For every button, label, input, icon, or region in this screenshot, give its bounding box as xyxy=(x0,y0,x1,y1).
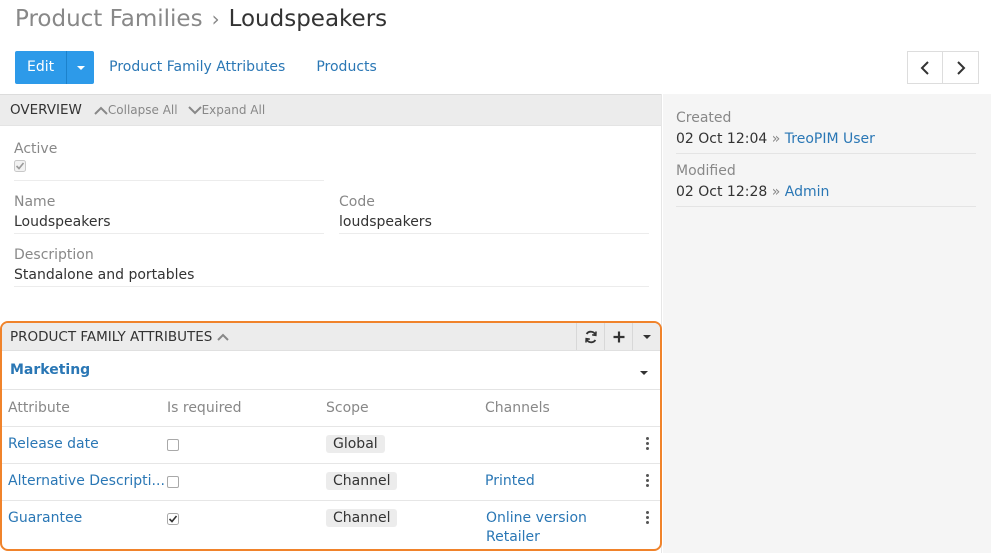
products-link[interactable]: Products xyxy=(316,51,376,84)
description-value: Standalone and portables xyxy=(14,267,195,283)
created-user-link[interactable]: TreoPIM User xyxy=(785,131,875,147)
collapse-panel-icon[interactable] xyxy=(217,333,230,341)
overview-panel-header: OVERVIEW Collapse All Expand All xyxy=(0,94,661,126)
name-label: Name xyxy=(14,194,56,210)
expand-all-label: Expand All xyxy=(201,103,266,117)
breadcrumb-separator: › xyxy=(211,7,220,31)
attribute-link[interactable]: Alternative Descripti... xyxy=(8,473,165,489)
pfa-tools xyxy=(576,323,660,350)
created-label: Created xyxy=(676,110,732,126)
table-row: Guarantee Channel Online version Retaile… xyxy=(2,501,660,549)
is-required-checkbox xyxy=(167,476,179,488)
attribute-link[interactable]: Release date xyxy=(8,436,99,452)
code-value: loudspeakers xyxy=(339,214,432,230)
channel-link[interactable]: Printed xyxy=(485,473,535,489)
channel-link[interactable]: Retailer xyxy=(486,529,540,545)
is-required-checkbox xyxy=(167,439,179,451)
chevron-right-icon xyxy=(956,60,965,75)
expand-all-button[interactable]: Expand All xyxy=(187,103,266,117)
refresh-icon xyxy=(584,330,597,343)
add-attribute-button[interactable] xyxy=(604,323,632,350)
active-label: Active xyxy=(14,141,58,157)
group-dropdown-icon[interactable] xyxy=(640,371,648,375)
code-label: Code xyxy=(339,194,375,210)
description-label: Description xyxy=(14,247,94,263)
collapse-all-button[interactable]: Collapse All xyxy=(94,103,178,117)
side-panel: Created 02 Oct 12:04 » TreoPIM User Modi… xyxy=(663,94,991,553)
refresh-button[interactable] xyxy=(576,323,604,350)
page-title: Loudspeakers xyxy=(228,6,388,32)
pfa-title: PRODUCT FAMILY ATTRIBUTES xyxy=(10,328,213,345)
caret-down-icon xyxy=(642,334,651,339)
edit-button[interactable]: Edit xyxy=(15,51,67,84)
attribute-group-name[interactable]: Marketing xyxy=(10,362,90,378)
previous-record-button[interactable] xyxy=(907,51,943,84)
created-date: 02 Oct 12:04 xyxy=(676,131,768,147)
attribute-group-row: Marketing xyxy=(2,351,660,390)
created-arrow: » xyxy=(771,131,781,147)
caret-down-icon xyxy=(76,65,85,70)
scope-badge: Channel xyxy=(326,472,398,490)
modified-date: 02 Oct 12:28 xyxy=(676,184,768,200)
overview-title: OVERVIEW xyxy=(10,102,82,118)
scope-badge: Channel xyxy=(326,509,398,527)
modified-value: 02 Oct 12:28 » Admin xyxy=(676,184,829,200)
plus-icon xyxy=(613,331,624,342)
modified-arrow: » xyxy=(771,184,781,200)
table-header: Attribute Is required Scope Channels xyxy=(2,390,660,427)
column-scope: Scope xyxy=(326,400,369,416)
row-actions-icon[interactable] xyxy=(646,474,650,489)
is-required-checkbox xyxy=(167,513,179,525)
row-actions-icon[interactable] xyxy=(646,511,650,526)
chevron-up-icon xyxy=(94,106,108,115)
pfa-panel-header: PRODUCT FAMILY ATTRIBUTES xyxy=(2,323,660,351)
chevron-down-icon xyxy=(187,105,202,114)
column-attribute: Attribute xyxy=(8,400,70,416)
toolbar: Edit Product Family Attributes Products xyxy=(15,51,377,84)
active-checkbox xyxy=(14,160,26,172)
scope-badge: Global xyxy=(326,435,385,453)
name-field: Name Loudspeakers xyxy=(14,194,111,230)
chevron-left-icon xyxy=(920,60,929,75)
product-family-attributes-panel: PRODUCT FAMILY ATTRIBUTES Marketing Attr… xyxy=(0,321,662,551)
breadcrumb: Product Families › Loudspeakers xyxy=(15,6,387,32)
product-family-attributes-link[interactable]: Product Family Attributes xyxy=(109,51,285,84)
record-navigation xyxy=(907,51,979,84)
attribute-link[interactable]: Guarantee xyxy=(8,510,82,526)
pfa-actions-dropdown[interactable] xyxy=(632,323,660,350)
channel-link[interactable]: Online version xyxy=(486,510,587,526)
name-value: Loudspeakers xyxy=(14,214,111,230)
edit-dropdown-button[interactable] xyxy=(66,51,95,84)
modified-user-link[interactable]: Admin xyxy=(785,184,830,200)
description-field: Description Standalone and portables xyxy=(14,247,194,283)
column-is-required: Is required xyxy=(167,400,242,416)
table-row: Release date Global xyxy=(2,427,660,464)
modified-label: Modified xyxy=(676,163,736,179)
next-record-button[interactable] xyxy=(943,51,979,84)
collapse-all-label: Collapse All xyxy=(107,103,178,117)
column-channels: Channels xyxy=(485,400,550,416)
code-field: Code loudspeakers xyxy=(339,194,432,230)
active-field: Active xyxy=(14,141,57,176)
created-value: 02 Oct 12:04 » TreoPIM User xyxy=(676,131,875,147)
table-row: Alternative Descripti... Channel Printed xyxy=(2,464,660,501)
row-actions-icon[interactable] xyxy=(646,437,650,452)
breadcrumb-parent[interactable]: Product Families xyxy=(15,6,203,32)
